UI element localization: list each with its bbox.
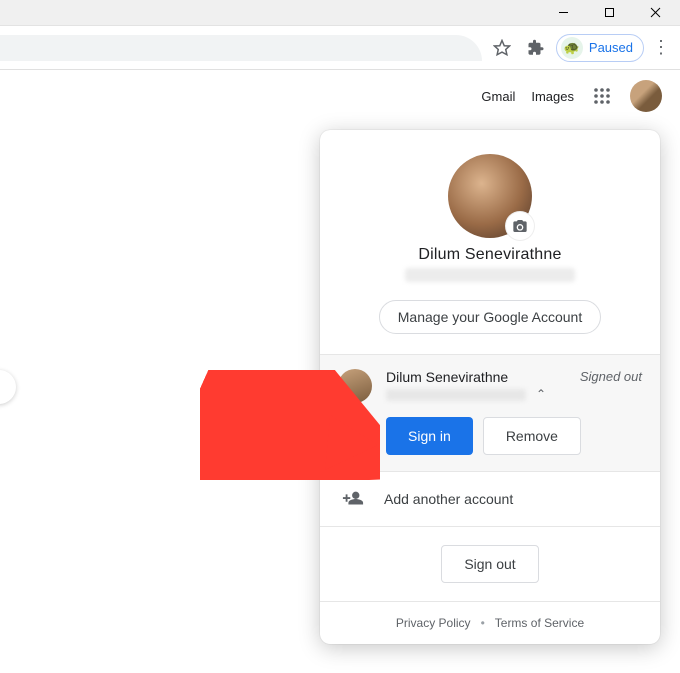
person-add-icon [338,488,368,510]
other-account-section: Dilum Senevirathne ⌃ Signed out Sign in … [320,354,660,471]
manage-account-button[interactable]: Manage your Google Account [379,300,601,334]
sign-out-button[interactable]: Sign out [441,545,538,583]
primary-email-blurred [405,268,575,282]
camera-icon[interactable] [506,212,534,240]
profile-chip-avatar: 🐢 [561,37,583,59]
popup-primary-section: Dilum Senevirathne Manage your Google Ac… [320,130,660,354]
add-account-row[interactable]: Add another account [320,471,660,526]
profile-paused-chip[interactable]: 🐢 Paused [556,34,644,62]
maximize-button[interactable] [586,0,632,26]
sign-in-button[interactable]: Sign in [386,417,473,455]
images-link[interactable]: Images [531,89,574,104]
extensions-icon[interactable] [522,34,550,62]
primary-name: Dilum Senevirathne [340,246,640,264]
account-avatar[interactable] [630,80,662,112]
close-button[interactable] [632,0,678,26]
browser-toolbar: 🐢 Paused ⋮ [0,26,680,70]
omnibox[interactable] [0,35,482,61]
browser-menu-icon[interactable]: ⋮ [650,34,672,62]
footer-separator: • [481,616,485,630]
edge-bubble [0,370,16,404]
apps-grid-icon[interactable] [590,84,614,108]
privacy-link[interactable]: Privacy Policy [396,616,471,630]
ntp-header: Gmail Images [0,70,680,122]
signed-out-status: Signed out [580,369,642,384]
remove-button[interactable]: Remove [483,417,581,455]
terms-link[interactable]: Terms of Service [495,616,584,630]
popup-footer: Privacy Policy • Terms of Service [320,601,660,644]
window-titlebar [0,0,680,26]
collapse-caret-icon[interactable]: ⌃ [532,385,550,403]
other-email-blurred [386,389,526,401]
paused-label: Paused [589,40,633,55]
other-avatar [338,369,372,403]
minimize-button[interactable] [540,0,586,26]
account-popup: Dilum Senevirathne Manage your Google Ac… [320,130,660,644]
bookmark-star-icon[interactable] [488,34,516,62]
add-account-label: Add another account [384,491,513,507]
other-name: Dilum Senevirathne [386,369,566,385]
gmail-link[interactable]: Gmail [481,89,515,104]
